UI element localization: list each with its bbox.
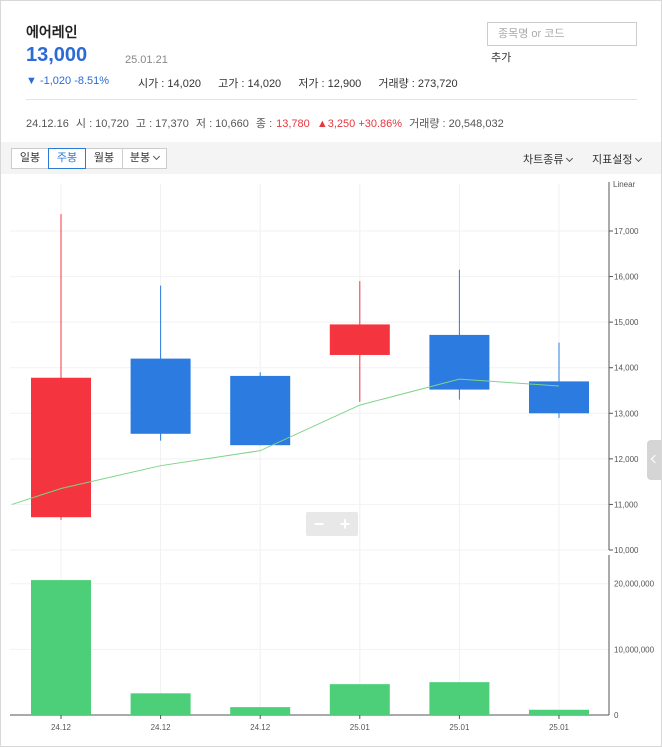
price-tick-label: 17,000 [614,227,639,236]
quote-date: 25.01.21 [125,54,168,66]
candle-change: ▲3,250 +30.86% [316,118,403,130]
zoom-out-icon[interactable]: − [306,512,332,536]
tab-weekly[interactable]: 주봉 [48,148,86,169]
x-tick-label: 24.12 [250,723,271,732]
price-tick-label: 14,000 [614,364,639,373]
candle-high: 고 : 17,370 [135,118,189,130]
high-price: 고가 : 14,020 [218,78,282,90]
price-tick-label: 15,000 [614,318,639,327]
candle-volume: 거래량 : 20,548,032 [409,118,504,130]
candle-close: 13,780 [276,118,310,130]
candle-open: 시 : 10,720 [75,118,129,130]
side-panel-toggle-icon[interactable] [647,440,661,480]
chevron-down-icon [635,154,643,163]
price-tick-label: 16,000 [614,273,639,282]
candle-body [31,377,91,518]
candle-low: 저 : 10,660 [195,118,249,130]
selected-candle-info: 24.12.16 시 : 10,720 고 : 17,370 저 : 10,66… [26,115,508,131]
price-change: ▼ -1,020 -8.51% [26,75,110,87]
candle-body [329,324,390,355]
current-price: 13,000 [26,44,88,66]
open-price: 시가 : 14,020 [138,78,202,90]
add-button[interactable]: 추가 [491,49,511,65]
price-tick-label: 13,000 [614,409,639,418]
low-price: 저가 : 12,900 [298,78,362,90]
volume-tick-label: 0 [614,711,619,720]
volume-tick-label: 10,000,000 [614,645,655,654]
chevron-down-icon [566,154,574,163]
chart-toolbar: 일봉 주봉 월봉 분봉 차트종류 지표설정 [1,142,661,174]
volume-bar [31,580,91,715]
indicator-dropdown[interactable]: 지표설정 [592,151,643,167]
price-tick-label: 10,000 [614,546,639,555]
volume-bar [329,684,390,715]
x-tick-label: 25.01 [350,723,371,732]
chart-type-dropdown[interactable]: 차트종류 [523,151,574,167]
volume-tick-label: 20,000,000 [614,580,655,589]
candle-body [230,375,291,446]
tab-monthly[interactable]: 월봉 [85,148,123,169]
volume: 거래량 : 273,720 [378,78,458,90]
tab-minute[interactable]: 분봉 [122,148,167,169]
volume-bar [529,709,589,715]
stock-search-input[interactable] [487,22,637,46]
chevron-down-icon [153,152,161,161]
scale-label: Linear [613,180,636,189]
chart-type-label: 차트종류 [523,154,564,166]
candle-close-label: 종 : [255,118,273,130]
x-tick-label: 25.01 [449,723,470,732]
volume-bar [230,707,291,715]
volume-bar [429,682,490,715]
zoom-in-icon[interactable]: + [332,512,358,536]
x-tick-label: 24.12 [151,723,172,732]
candle-body [429,334,490,390]
price-tick-label: 11,000 [614,500,638,509]
candlestick-chart[interactable]: Linear 10,000 11,000 12,000 13,000 14,000 15,0… [0,174,662,734]
tab-minute-label: 분봉 [129,152,151,164]
candle-body [130,358,191,434]
daily-ohlc: 시가 : 14,020 고가 : 14,020 저가 : 12,900 거래량 … [138,75,472,91]
stock-name: 에어레인 [26,24,78,40]
divider [26,99,637,100]
zoom-control: − + [306,512,358,536]
tab-daily[interactable]: 일봉 [11,148,49,169]
indicator-label: 지표설정 [592,154,633,166]
x-tick-label: 24.12 [51,723,72,732]
x-tick-label: 25.01 [549,723,570,732]
candle-date: 24.12.16 [26,118,69,130]
price-tick-label: 12,000 [614,455,639,464]
volume-bar [130,693,191,715]
candle-body [529,381,589,414]
